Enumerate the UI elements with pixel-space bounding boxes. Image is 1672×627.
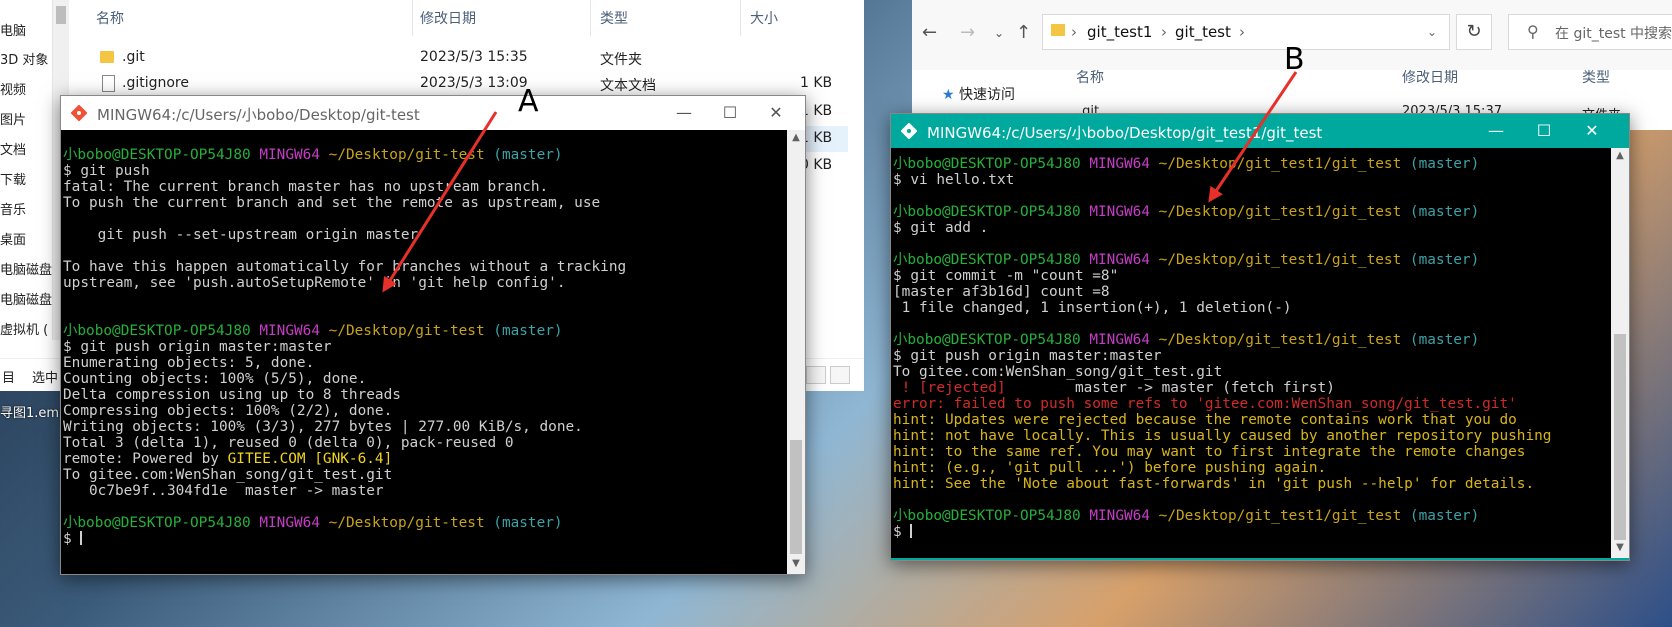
annotation-arrows [382,71,1298,293]
annotation-arrow-b [1208,71,1298,203]
annotation-arrow-a [382,111,498,293]
annotation-label-b: B [1284,42,1305,77]
annotation-label-a: A [518,84,539,119]
